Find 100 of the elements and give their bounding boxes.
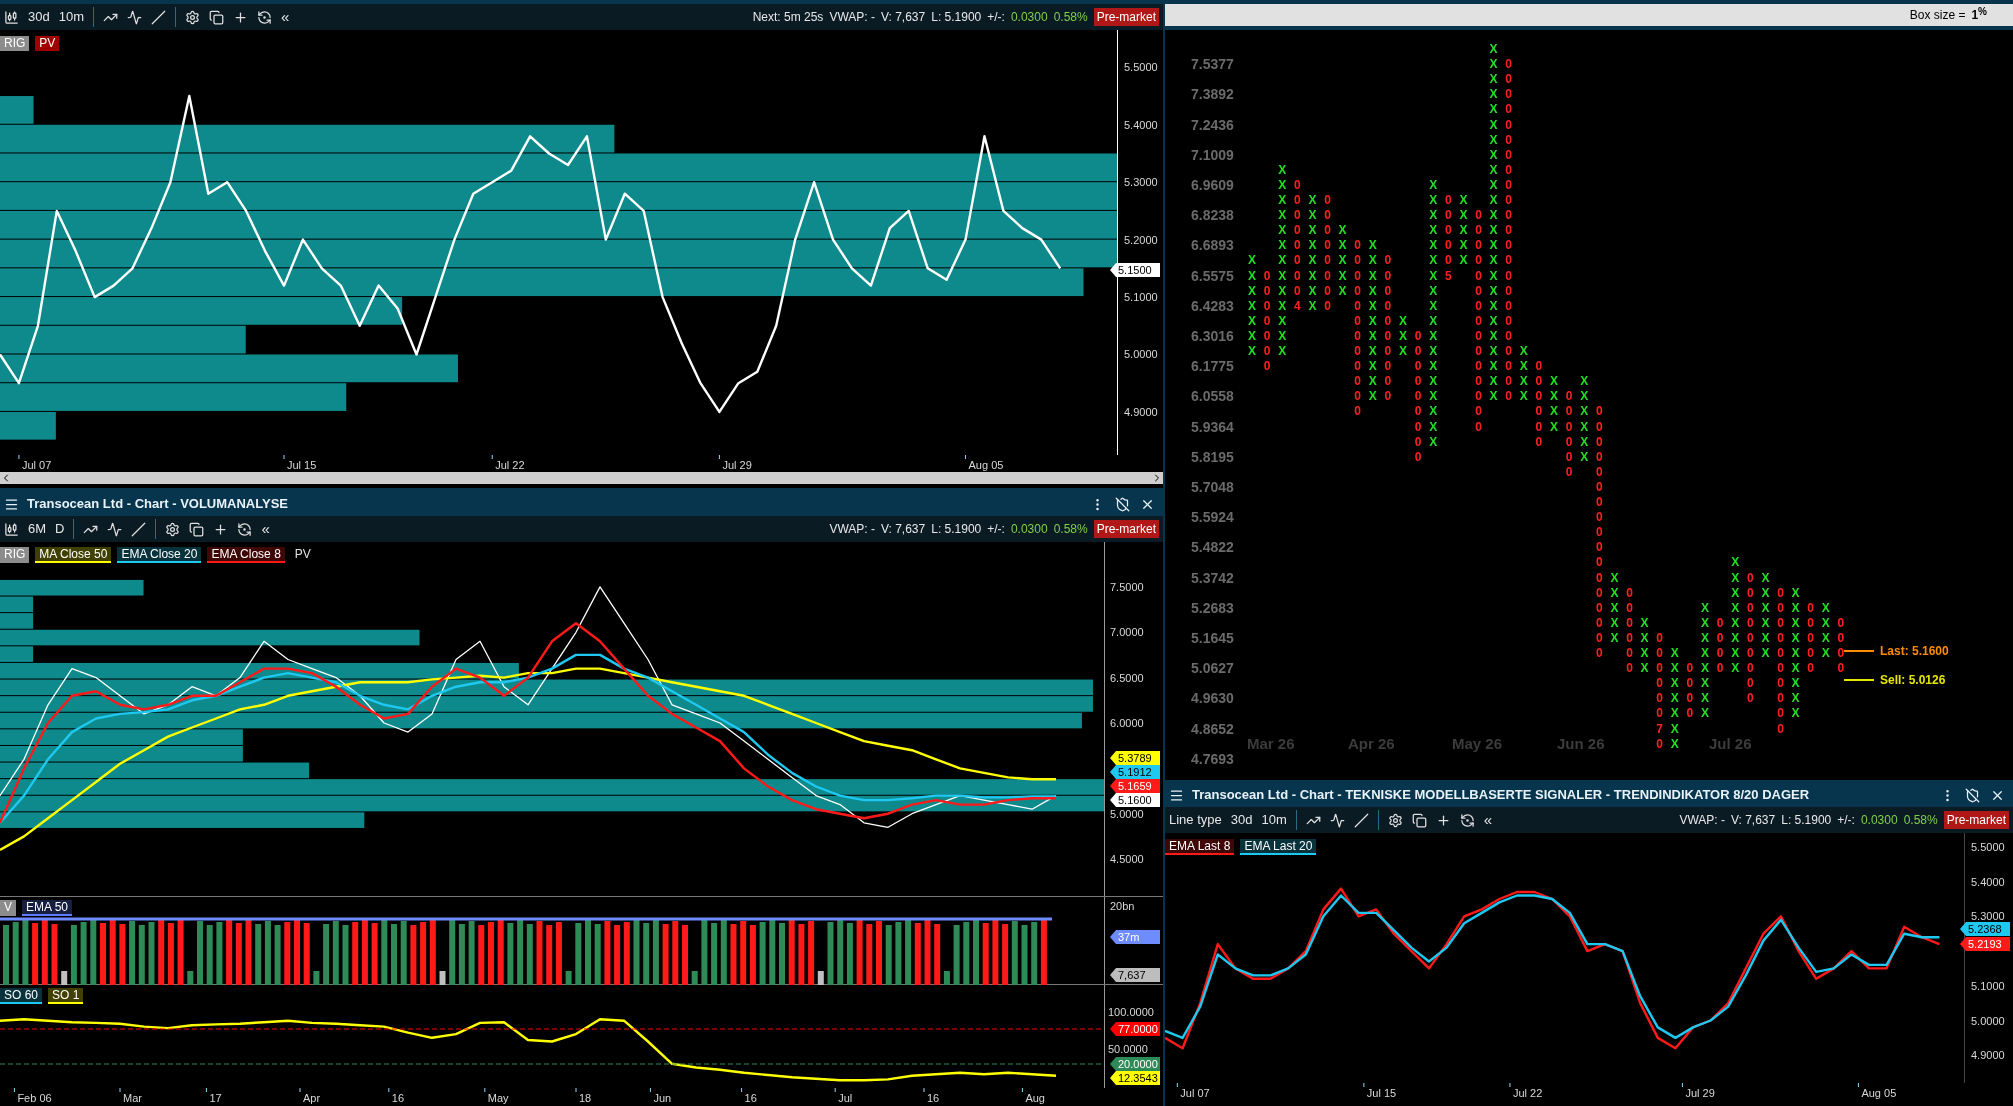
o-mark: 0	[1504, 268, 1514, 283]
o-mark: 0	[1806, 661, 1816, 676]
x-mark: X	[1760, 615, 1771, 630]
plus-icon[interactable]	[233, 9, 248, 25]
legend-tag[interactable]: EMA Last 20	[1240, 839, 1317, 855]
pulse-icon[interactable]	[107, 521, 123, 537]
interval-button[interactable]: 10m	[1261, 810, 1287, 830]
legend-tag[interactable]: SO 1	[48, 988, 84, 1004]
volume-text: V: 7,637	[1730, 812, 1776, 829]
legend-tag[interactable]: EMA Last 8	[1165, 839, 1235, 855]
axis-label: Jul	[838, 1092, 853, 1104]
chart-type-button[interactable]: Line type	[1169, 810, 1222, 830]
period-button[interactable]: 6M	[28, 519, 47, 539]
plus-icon[interactable]	[213, 521, 229, 537]
o-mark: 0	[1474, 359, 1483, 374]
collapse-button[interactable]: «	[261, 517, 270, 541]
legend-tag[interactable]: PV	[290, 547, 315, 563]
o-mark: 7	[1655, 721, 1665, 736]
shield-off-icon[interactable]	[1115, 496, 1130, 512]
refresh-icon[interactable]	[237, 521, 253, 537]
axis-label: 5.3000	[1971, 910, 2005, 923]
o-mark: 0	[1594, 615, 1604, 630]
refresh-icon[interactable]	[257, 9, 272, 25]
legend-tag[interactable]: EMA Close 8	[207, 547, 285, 563]
o-mark: 0	[1534, 434, 1544, 449]
x-mark: X	[1488, 359, 1499, 374]
menu-icon[interactable]	[1169, 787, 1184, 803]
collapse-button[interactable]: «	[1483, 808, 1493, 832]
price-tag: 5.3789	[1110, 751, 1160, 765]
pulse-icon[interactable]	[127, 9, 142, 25]
legend-tag[interactable]: MA Close 50	[35, 547, 112, 563]
axis-label: 7.5000	[1110, 580, 1144, 593]
copy-icon[interactable]	[209, 9, 224, 25]
x-mark: X	[1579, 434, 1590, 449]
legend-tag[interactable]: SO 60	[0, 988, 43, 1004]
x-mark: X	[1488, 208, 1499, 223]
o-mark: 0	[1383, 283, 1393, 298]
period-button[interactable]: 30d	[28, 7, 50, 27]
shield-off-icon[interactable]	[1965, 787, 1980, 803]
o-mark: 0	[1504, 389, 1514, 404]
o-mark: 5	[1443, 268, 1453, 283]
x-mark: X	[1700, 676, 1710, 691]
box-size-unit: %	[1978, 4, 1987, 17]
x-mark: X	[1307, 223, 1318, 238]
x-mark: X	[1277, 268, 1288, 283]
copy-icon[interactable]	[1411, 812, 1427, 828]
axis-label: 5.1000	[1971, 979, 2005, 992]
o-mark: 0	[1504, 117, 1514, 132]
scrollbar[interactable]	[0, 472, 1163, 484]
line-icon[interactable]	[1353, 812, 1369, 828]
line-icon[interactable]	[151, 9, 166, 25]
settings-icon[interactable]	[185, 9, 200, 25]
session-badge: Pre-market	[1093, 520, 1159, 538]
period-button[interactable]: 30d	[1230, 810, 1253, 830]
settings-icon[interactable]	[1387, 812, 1403, 828]
o-mark: 0	[1655, 706, 1665, 721]
interval-button[interactable]: D	[55, 519, 65, 539]
copy-icon[interactable]	[189, 521, 205, 537]
axis-label: 5.1000	[1124, 291, 1158, 304]
candlestick-icon[interactable]	[4, 521, 19, 537]
axis-label: Apr	[303, 1092, 321, 1104]
x-mark: X	[1277, 193, 1288, 207]
x-mark: X	[1247, 268, 1257, 283]
menu-icon[interactable]	[4, 496, 19, 512]
legend-tag[interactable]: EMA 50	[22, 900, 73, 916]
settings-icon[interactable]	[165, 521, 181, 537]
x-mark: X	[1428, 208, 1439, 223]
o-mark: 0	[1474, 238, 1483, 253]
x-mark: X	[1337, 253, 1348, 268]
price-label: 5.7048	[1191, 478, 1234, 495]
o-mark: 0	[1685, 691, 1695, 706]
o-mark: 0	[1504, 313, 1514, 328]
o-mark: 0	[1353, 328, 1363, 343]
legend-tag[interactable]: PV	[35, 36, 60, 51]
x-mark: X	[1367, 374, 1378, 389]
x-mark: X	[1367, 389, 1378, 404]
legend-tag[interactable]: EMA Close 20	[117, 547, 202, 563]
axis-label: 5.2000	[1124, 233, 1158, 246]
o-mark: 0	[1776, 661, 1785, 676]
plus-icon[interactable]	[1435, 812, 1451, 828]
interval-button[interactable]: 10m	[58, 7, 84, 27]
o-mark: 0	[1474, 253, 1483, 268]
date-label: Apr 26	[1348, 734, 1395, 754]
axis-label: Jul 22	[495, 459, 525, 471]
x-mark: X	[1518, 344, 1529, 358]
x-mark: X	[1609, 615, 1620, 630]
x-mark: X	[1518, 359, 1529, 374]
pulse-icon[interactable]	[1329, 812, 1345, 828]
x-mark: X	[1367, 313, 1378, 328]
candlestick-icon[interactable]	[4, 9, 19, 25]
change-value: 0.0300	[1010, 521, 1048, 538]
x-mark: X	[1428, 238, 1439, 253]
o-mark: 0	[1323, 253, 1332, 268]
o-mark: 0	[1474, 389, 1483, 404]
collapse-button[interactable]: «	[281, 5, 290, 29]
line-icon[interactable]	[131, 521, 147, 537]
o-mark: 0	[1504, 193, 1514, 207]
refresh-icon[interactable]	[1459, 812, 1475, 828]
x-mark: X	[1488, 57, 1499, 72]
axis-label: Jul 22	[1512, 1087, 1543, 1099]
